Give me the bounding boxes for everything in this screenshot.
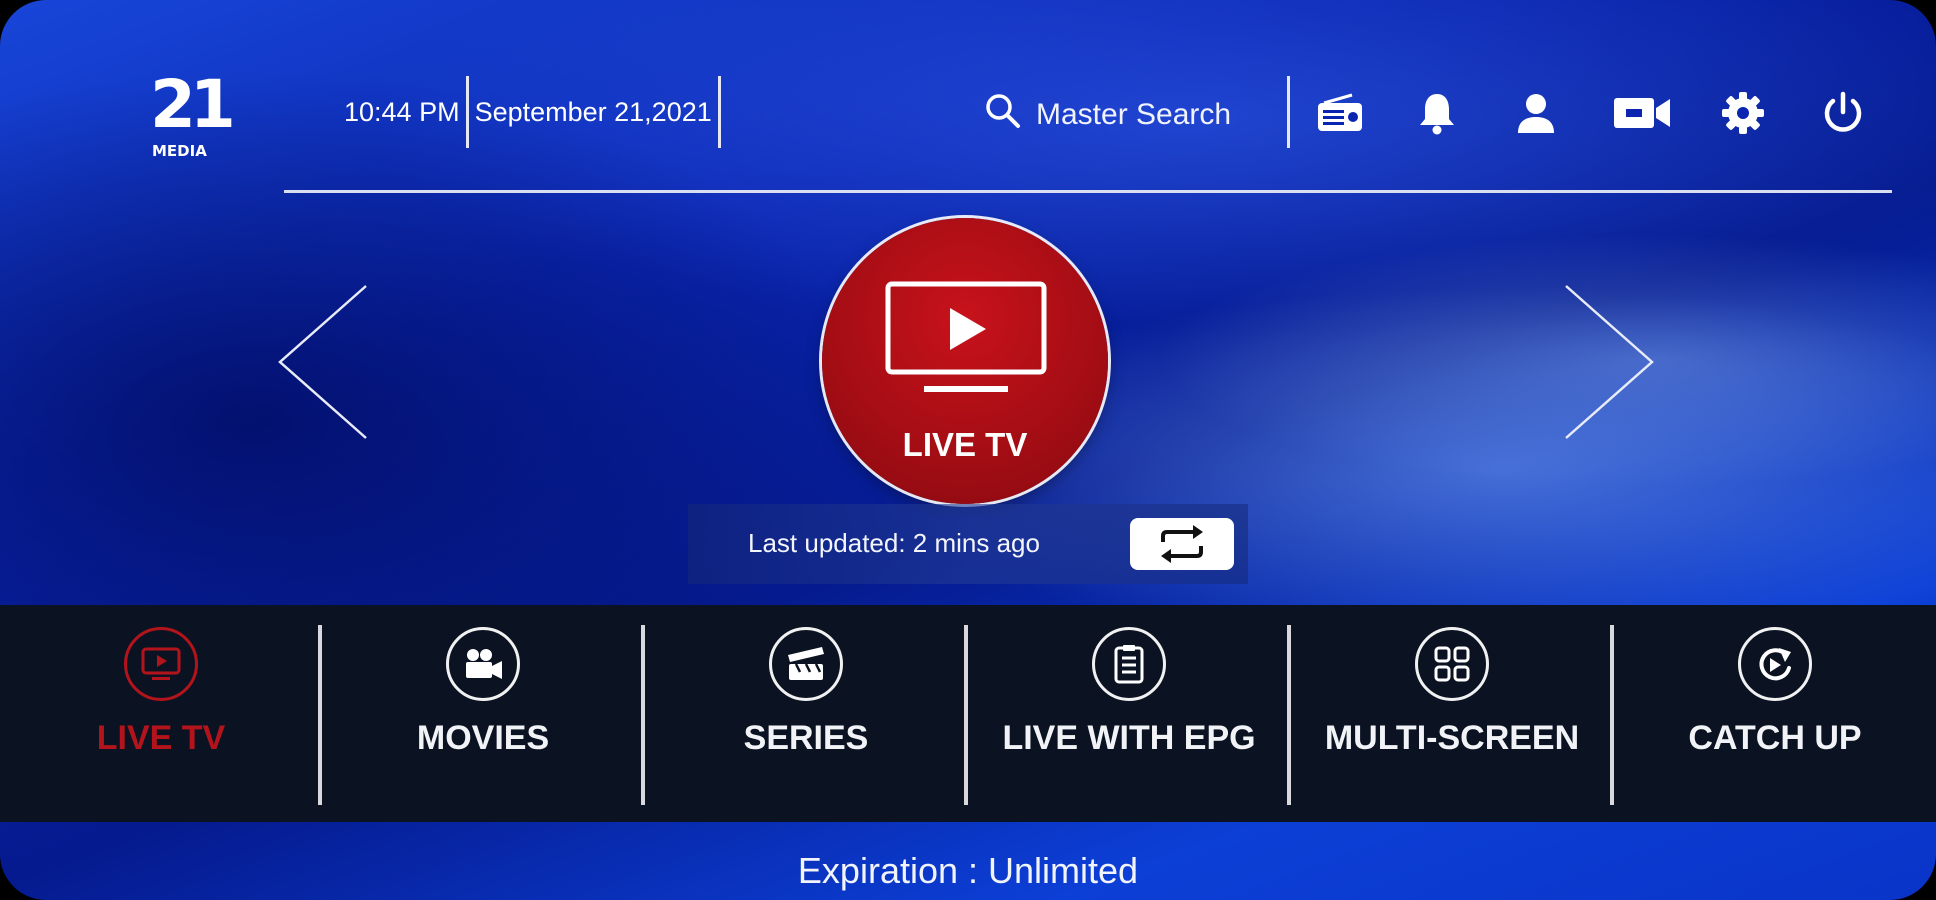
radio-button[interactable] [1315, 88, 1365, 138]
current-date: September 21,2021 [474, 96, 712, 127]
profile-button[interactable] [1511, 88, 1561, 138]
tv-play-icon [885, 281, 1047, 392]
radio-icon [1318, 93, 1362, 131]
last-updated-text: Last updated: 2 mins ago [748, 528, 1040, 558]
current-time: 10:44 PM [344, 96, 460, 127]
refresh-button[interactable] [1130, 518, 1234, 570]
master-search-button[interactable]: Master Search [984, 90, 1231, 140]
nav-live-tv[interactable]: LIVE TV [0, 605, 322, 822]
grid-icon [1415, 627, 1489, 701]
video-camera-icon [1614, 98, 1670, 128]
header-divider [1287, 76, 1290, 148]
notifications-button[interactable] [1412, 88, 1462, 138]
gear-icon [1722, 92, 1764, 134]
clapperboard-icon [769, 627, 843, 701]
bell-icon [1420, 94, 1454, 135]
search-icon [984, 92, 1022, 138]
nav-live-with-epg-label: LIVE WITH EPG [1002, 719, 1256, 757]
catch-up-icon [1738, 627, 1812, 701]
nav-movies-label: MOVIES [416, 719, 550, 757]
expiration-status: Expiration : Unlimited [797, 850, 1139, 891]
date-divider [717, 76, 721, 148]
logo-number: 21 [150, 66, 236, 143]
chevron-right-icon [1565, 285, 1654, 439]
master-search-label: Master Search [1036, 98, 1232, 131]
last-updated-bar: Last updated: 2 mins ago [688, 504, 1248, 584]
chevron-left-icon [278, 285, 367, 439]
recordings-button[interactable] [1612, 88, 1672, 138]
power-button[interactable] [1818, 88, 1868, 138]
nav-live-with-epg[interactable]: LIVE WITH EPG [968, 605, 1290, 822]
header-underline [284, 190, 1892, 193]
nav-multi-screen[interactable]: MULTI-SCREEN [1291, 605, 1613, 822]
user-icon [1518, 94, 1554, 133]
nav-series-label: SERIES [743, 719, 869, 757]
refresh-icon [1161, 525, 1203, 563]
app-logo: 21 MEDIA [150, 66, 236, 172]
carousel-prev-button[interactable] [272, 282, 372, 442]
bottom-nav-bar: LIVE TV MOVIES SERIES LIVE WITH EPG MULT… [0, 605, 1936, 822]
power-icon [1824, 91, 1862, 132]
logo-text: MEDIA [152, 142, 207, 160]
settings-button[interactable] [1718, 88, 1768, 138]
carousel-next-button[interactable] [1560, 282, 1660, 442]
nav-live-tv-label: LIVE TV [96, 719, 226, 757]
nav-movies[interactable]: MOVIES [322, 605, 644, 822]
nav-multi-screen-label: MULTI-SCREEN [1324, 719, 1580, 757]
tv-icon [124, 627, 198, 701]
nav-catch-up[interactable]: CATCH UP [1614, 605, 1936, 822]
app-screen: 21 MEDIA 10:44 PM September 21,2021 Mast… [0, 0, 1936, 900]
date-time-display: 10:44 PM September 21,2021 [344, 76, 721, 148]
nav-catch-up-label: CATCH UP [1688, 719, 1862, 757]
movie-camera-icon [446, 627, 520, 701]
carousel-item-label: LIVE TV [902, 426, 1028, 463]
epg-list-icon [1092, 627, 1166, 701]
carousel-live-tv-tile[interactable]: LIVE TV [822, 218, 1108, 504]
nav-series[interactable]: SERIES [645, 605, 967, 822]
